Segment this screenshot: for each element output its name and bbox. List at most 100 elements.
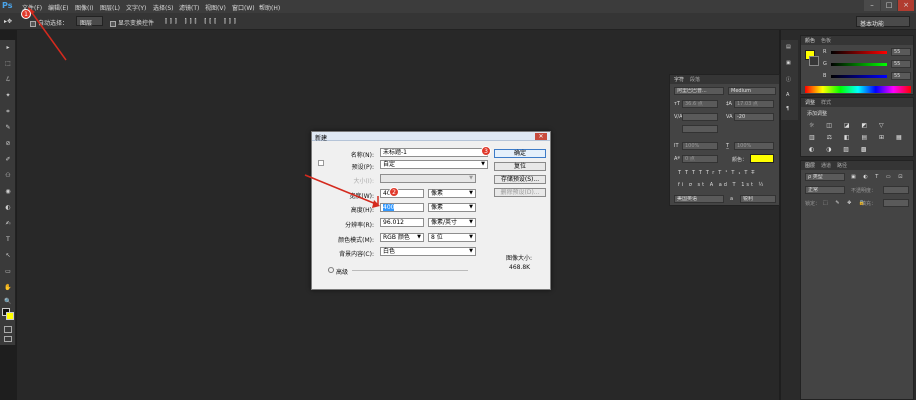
font-size-field[interactable]: 36.6 点 xyxy=(682,100,718,108)
menu-filter[interactable]: 滤镜(T) xyxy=(179,3,199,12)
tracking-field[interactable]: -20 xyxy=(734,113,774,121)
b-value-field[interactable]: 55 xyxy=(891,72,911,80)
adjustment-icons-row-2[interactable]: ▥ ⚖ ◧ ▤ ⊞ ▦ xyxy=(809,134,907,141)
align-icons[interactable]: ⫿⫿⫿ ⫿⫿⫿ ⫿⫿⫿ ⫿⫿⫿ xyxy=(165,18,239,26)
tab-layers[interactable]: 图层 xyxy=(805,162,815,169)
bit-depth-select[interactable]: 8 位 ▼ xyxy=(428,233,476,242)
lasso-tool-icon[interactable]: ℒ xyxy=(3,76,13,84)
leading-field[interactable]: 17.03 点 xyxy=(734,100,774,108)
width-input[interactable]: 400 xyxy=(380,189,424,198)
minimize-button[interactable]: – xyxy=(864,0,880,11)
gradient-tool-icon[interactable]: ◐ xyxy=(3,204,13,212)
menu-image[interactable]: 图像(I) xyxy=(75,3,93,12)
tab-styles[interactable]: 样式 xyxy=(821,99,831,106)
ok-button[interactable]: 确定 xyxy=(494,149,546,158)
reset-button[interactable]: 复位 xyxy=(494,162,546,171)
menu-window[interactable]: 窗口(W) xyxy=(232,3,255,12)
width-unit-select[interactable]: 像素 ▼ xyxy=(428,189,476,198)
resolution-unit-select[interactable]: 像素/英寸 ▼ xyxy=(428,218,476,227)
tab-adjustments[interactable]: 调整 xyxy=(805,99,815,106)
quick-mask-icon[interactable] xyxy=(4,326,12,333)
clone-stamp-tool-icon[interactable]: ⚇ xyxy=(3,172,13,180)
workspace-select[interactable]: 基本功能 xyxy=(856,16,910,28)
opentype-buttons[interactable]: fi σ st A ad T 1st ½ xyxy=(678,182,765,188)
menu-view[interactable]: 视图(V) xyxy=(205,3,226,12)
history-icon[interactable]: ▤ xyxy=(786,44,791,50)
close-button[interactable]: × xyxy=(898,0,914,11)
language-select[interactable]: 美国英语 xyxy=(674,195,724,203)
opacity-field[interactable] xyxy=(883,186,909,194)
text-color-swatch[interactable] xyxy=(750,154,774,163)
advanced-label[interactable]: 高级 xyxy=(336,267,348,276)
height-unit-select[interactable]: 像素 ▼ xyxy=(428,203,476,212)
path-selection-tool-icon[interactable]: ↖ xyxy=(3,252,13,260)
pen-tool-icon[interactable]: ✍ xyxy=(3,220,13,228)
background-color-preview[interactable] xyxy=(809,56,819,66)
background-color-swatch[interactable] xyxy=(6,312,14,320)
font-style-select[interactable]: Medium xyxy=(728,87,776,95)
tab-paths[interactable]: 路径 xyxy=(837,162,847,169)
auto-select-checkbox[interactable]: 自动选择： xyxy=(30,18,68,27)
maximize-button[interactable]: □ xyxy=(881,0,897,11)
hand-tool-icon[interactable]: ✋ xyxy=(3,284,13,292)
brush-tool-icon[interactable]: ✐ xyxy=(3,156,13,164)
dialog-close-button[interactable]: ✕ xyxy=(535,133,547,140)
advanced-toggle-icon[interactable]: ˅ xyxy=(328,267,334,273)
shape-tool-icon[interactable]: ▭ xyxy=(3,268,13,276)
save-preset-button[interactable]: 存储预设(S)... xyxy=(494,175,546,184)
layer-kind-filter[interactable]: ρ 类型 xyxy=(805,173,845,181)
b-slider[interactable] xyxy=(831,75,887,78)
blend-mode-select[interactable]: 正常 xyxy=(805,186,845,194)
type-tool-icon[interactable]: T xyxy=(3,236,13,244)
menu-type[interactable]: 文字(Y) xyxy=(126,3,146,12)
vertical-scale-field[interactable]: 100% xyxy=(682,142,718,150)
eyedropper-tool-icon[interactable]: ✎ xyxy=(3,124,13,132)
menu-help[interactable]: 帮助(H) xyxy=(259,3,280,12)
g-slider[interactable] xyxy=(831,63,887,66)
crop-tool-icon[interactable]: ⌗ xyxy=(3,108,13,116)
font-family-select[interactable]: 阿里巴巴普... xyxy=(674,87,724,95)
fill-field[interactable] xyxy=(883,199,909,207)
r-value-field[interactable]: 55 xyxy=(891,48,911,56)
preset-select[interactable]: 自定 ▼ xyxy=(380,160,488,169)
move-tool-icon[interactable]: ▸✥ xyxy=(4,18,12,25)
menu-layer[interactable]: 图层(L) xyxy=(100,3,120,12)
r-slider[interactable] xyxy=(831,51,887,54)
layer-filter-icons[interactable]: ▣ ◐ T ▭ ⊡ xyxy=(851,174,905,180)
text-style-buttons[interactable]: TTTTTrT¹T₁TT̶ xyxy=(678,170,758,176)
layer-select-dropdown[interactable]: 图层 xyxy=(76,16,104,27)
paragraph-icon[interactable]: ¶ xyxy=(786,106,789,112)
properties-icon[interactable]: ▣ xyxy=(786,60,791,66)
menu-edit[interactable]: 编辑(E) xyxy=(48,3,68,12)
antialias-select[interactable]: 锐利 xyxy=(740,195,776,203)
marquee-tool-icon[interactable]: ⬚ xyxy=(3,60,13,68)
menu-select[interactable]: 选择(S) xyxy=(153,3,174,12)
name-input[interactable]: 未标题-1 xyxy=(380,148,488,157)
blank-field[interactable] xyxy=(682,125,718,133)
info-icon[interactable]: ⓘ xyxy=(786,76,791,83)
tab-swatches[interactable]: 色板 xyxy=(821,37,831,44)
kerning-field[interactable] xyxy=(682,113,718,121)
baseline-shift-field[interactable]: 0 点 xyxy=(682,155,718,163)
height-input[interactable]: 400 xyxy=(380,203,424,212)
horizontal-scale-field[interactable]: 100% xyxy=(734,142,774,150)
tab-channels[interactable]: 通道 xyxy=(821,162,831,169)
g-value-field[interactable]: 55 xyxy=(891,60,911,68)
tab-color[interactable]: 颜色 xyxy=(805,37,815,44)
adjustment-icons-row-3[interactable]: ◐ ◑ ▨ ▩ xyxy=(809,146,872,153)
tab-character[interactable]: 字符 xyxy=(674,76,684,83)
zoom-tool-icon[interactable]: 🔍 xyxy=(3,298,13,306)
show-transform-checkbox[interactable]: 显示变换控件 xyxy=(110,18,154,27)
background-select[interactable]: 白色 ▼ xyxy=(380,247,476,256)
adjustment-icons-row-1[interactable]: ☼ ◫ ◪ ◩ ▽ xyxy=(809,122,889,129)
screen-mode-icon[interactable] xyxy=(4,336,12,342)
color-spectrum-bar[interactable] xyxy=(805,86,911,93)
color-mode-select[interactable]: RGB 颜色 ▼ xyxy=(380,233,424,242)
eraser-tool-icon[interactable]: ◉ xyxy=(3,188,13,196)
move-tool-icon[interactable]: ▸ xyxy=(3,44,13,52)
resolution-input[interactable]: 96.012 xyxy=(380,218,424,227)
magic-wand-tool-icon[interactable]: ✦ xyxy=(3,92,13,100)
character-icon[interactable]: A xyxy=(786,92,789,98)
healing-brush-tool-icon[interactable]: ⊘ xyxy=(3,140,13,148)
tab-paragraph[interactable]: 段落 xyxy=(690,76,700,83)
